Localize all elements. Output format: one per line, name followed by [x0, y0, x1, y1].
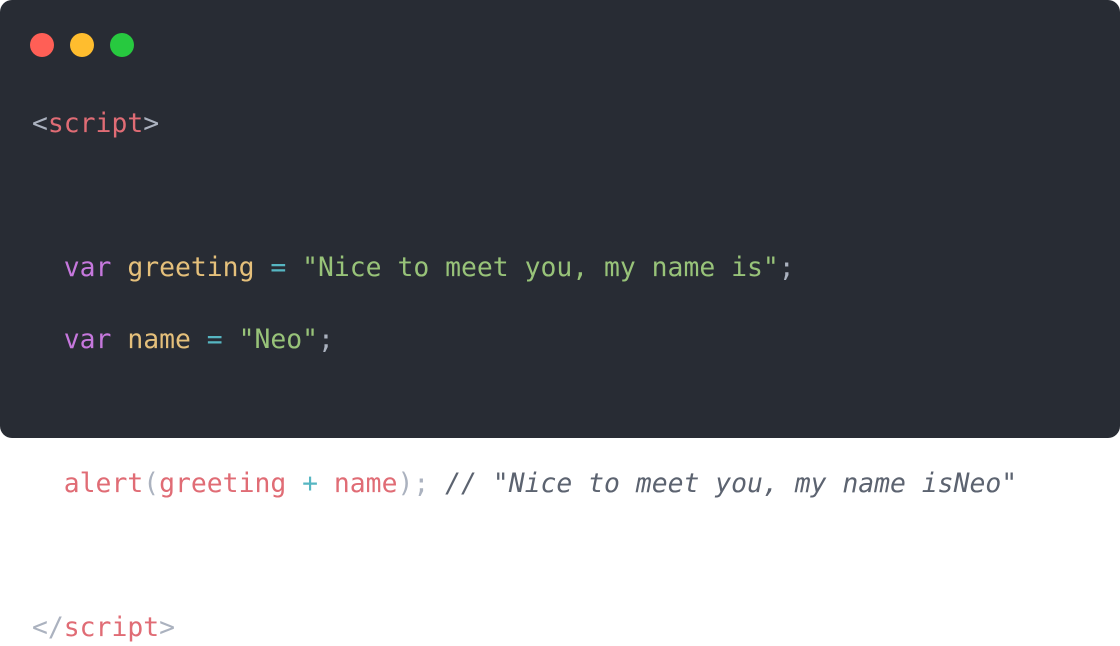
- keyword: var: [63, 324, 112, 355]
- semicolon: ;: [778, 252, 795, 283]
- operator: =: [270, 252, 287, 283]
- minimize-dot-icon[interactable]: [70, 33, 94, 57]
- code-window: <script> var greeting = "Nice to meet yo…: [0, 0, 1120, 643]
- close-paren: );: [397, 468, 430, 499]
- code-comment: // "Nice to meet you, my name isNeo": [445, 468, 1018, 499]
- code-line-8: </script>: [32, 610, 1017, 646]
- open-paren: (: [143, 468, 160, 499]
- code-block: <script> var greeting = "Nice to meet yo…: [32, 106, 1017, 646]
- string-literal: "Neo": [238, 324, 319, 355]
- tag-name: script: [47, 108, 144, 139]
- tag-close-bracket: >: [143, 108, 160, 139]
- argument-name: name: [333, 468, 398, 499]
- window-controls: [30, 33, 134, 57]
- tag-name: script: [63, 612, 160, 643]
- tag-close-bracket: >: [159, 612, 176, 643]
- tag-open-bracket: <: [32, 108, 48, 139]
- operator: =: [206, 324, 223, 355]
- code-line-3: var greeting = "Nice to meet you, my nam…: [32, 250, 1017, 286]
- code-line-6: alert(greeting + name); // "Nice to meet…: [32, 466, 1017, 502]
- code-line-1: <script>: [32, 106, 1017, 142]
- close-dot-icon[interactable]: [30, 33, 54, 57]
- string-literal: "Nice to meet you, my name is": [302, 252, 779, 283]
- maximize-dot-icon[interactable]: [110, 33, 134, 57]
- variable-name: name: [127, 324, 191, 355]
- tag-open-bracket: </: [32, 612, 64, 643]
- variable-name: greeting: [127, 252, 255, 283]
- semicolon: ;: [318, 324, 334, 355]
- function-name: alert: [63, 468, 144, 499]
- operator: +: [302, 468, 319, 499]
- argument-greeting: greeting: [159, 468, 287, 499]
- code-line-4: var name = "Neo";: [32, 322, 1017, 358]
- keyword: var: [63, 252, 112, 283]
